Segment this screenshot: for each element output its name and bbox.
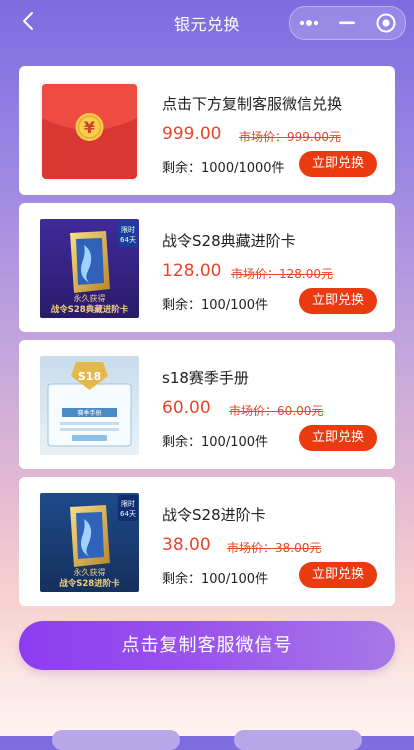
minimize-button[interactable] [328, 7, 366, 39]
product-image: 限时 64天 永久获得 战令S28进阶卡 [40, 493, 139, 592]
close-button[interactable] [367, 7, 405, 39]
stock-text: 剩余：100/100件 [162, 572, 269, 587]
redeem-button[interactable]: 立即兑换 [299, 151, 377, 177]
product-price: 999.00 [162, 124, 222, 144]
minimize-icon [339, 21, 356, 25]
redeem-button[interactable]: 立即兑换 [299, 562, 377, 588]
more-button[interactable] [290, 7, 328, 39]
product-card: 限时 64天 永久获得 战令S28典藏进阶卡 战令S28典藏进阶卡 128.00… [19, 203, 395, 332]
product-price: 38.00 [162, 535, 211, 555]
badge-bottom-text: 64天 [120, 510, 136, 518]
product-card: S18 赛季手册 s18赛季手册 60.00 市场价：60.00元 剩余：100… [19, 340, 395, 469]
stock-text: 剩余：100/100件 [162, 298, 269, 313]
product-name: s18赛季手册 [162, 369, 249, 387]
svg-text:¥: ¥ [84, 118, 95, 137]
image-caption-top: 永久获得 [74, 567, 106, 577]
redeem-button[interactable]: 立即兑换 [299, 425, 377, 451]
red-envelope-icon: ¥ [40, 82, 139, 181]
redeem-button[interactable]: 立即兑换 [299, 288, 377, 314]
image-banner-text: 赛季手册 [77, 409, 101, 417]
market-price: 市场价：38.00元 [227, 541, 322, 555]
image-caption-top: 永久获得 [74, 293, 106, 303]
more-dots-icon [299, 20, 319, 26]
mini-program-capsule [289, 6, 406, 40]
product-name: 战令S28进阶卡 [162, 506, 266, 524]
product-image: S18 赛季手册 [40, 356, 139, 455]
product-card: 限时 64天 永久获得 战令S28进阶卡 战令S28进阶卡 38.00 市场价：… [19, 477, 395, 606]
image-caption: 战令S28进阶卡 [59, 578, 120, 589]
product-list: ¥ 点击下方复制客服微信兑换 999.00 市场价：999.00元 剩余：100… [19, 66, 395, 614]
product-price: 128.00 [162, 261, 222, 281]
image-caption: 战令S28典藏进阶卡 [51, 304, 129, 315]
image-plaque-text: S18 [78, 370, 101, 383]
nav-bar: 银元兑换 [0, 0, 414, 44]
battle-pass-card-icon: 限时 64天 永久获得 战令S28典藏进阶卡 [40, 219, 139, 318]
stock-text: 剩余：100/100件 [162, 435, 269, 450]
market-price: 市场价：999.00元 [239, 130, 341, 144]
product-name: 点击下方复制客服微信兑换 [162, 95, 343, 113]
market-price: 市场价：60.00元 [229, 404, 324, 418]
copy-wechat-button[interactable]: 点击复制客服微信号 [19, 621, 395, 670]
market-price: 市场价：128.00元 [231, 267, 333, 281]
badge-top-text: 限时 [121, 499, 135, 508]
target-icon [376, 13, 396, 33]
stock-text: 剩余：1000/1000件 [162, 161, 285, 176]
badge-top-text: 限时 [121, 225, 135, 234]
badge-bottom-text: 64天 [120, 236, 136, 244]
season-handbook-icon: S18 赛季手册 [40, 356, 139, 455]
product-image: ¥ [40, 82, 139, 181]
product-name: 战令S28典藏进阶卡 [162, 232, 296, 250]
product-card: ¥ 点击下方复制客服微信兑换 999.00 市场价：999.00元 剩余：100… [19, 66, 395, 195]
product-image: 限时 64天 永久获得 战令S28典藏进阶卡 [40, 219, 139, 318]
product-price: 60.00 [162, 398, 211, 418]
bottom-tab-right[interactable] [234, 730, 362, 750]
bottom-tab-left[interactable] [52, 730, 180, 750]
battle-pass-card-icon: 限时 64天 永久获得 战令S28进阶卡 [40, 493, 139, 592]
